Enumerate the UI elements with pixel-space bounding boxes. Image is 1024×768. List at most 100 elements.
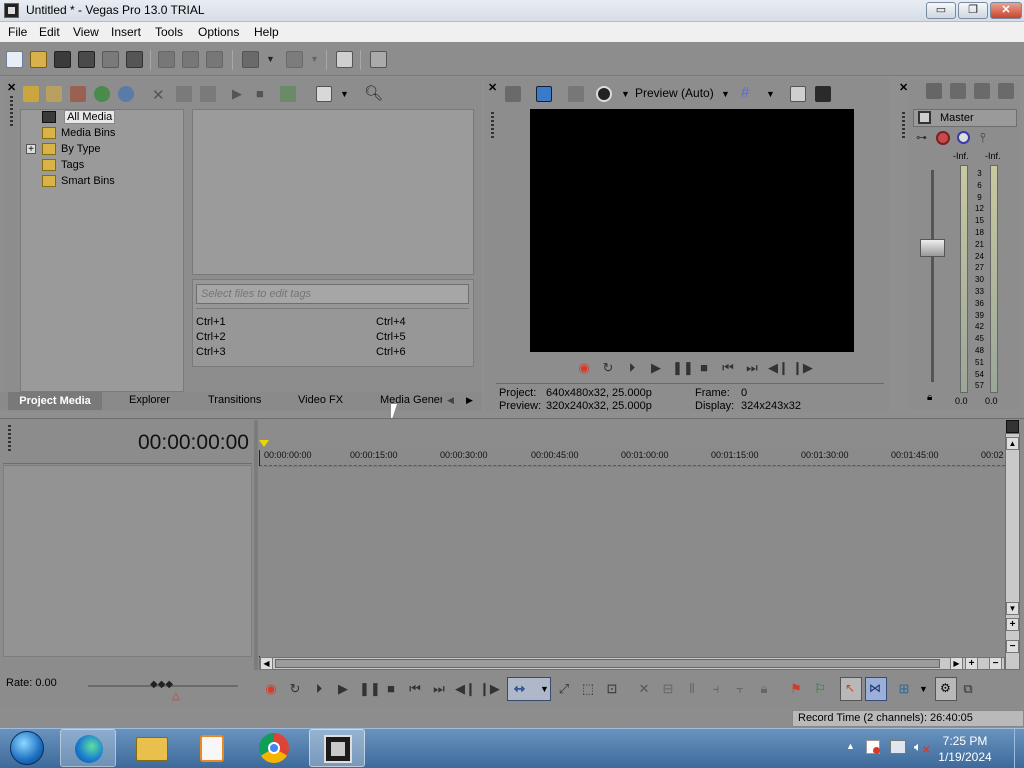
media-list-area[interactable] [192, 109, 474, 275]
zoom-edit-tool-icon[interactable]: ⊡ [604, 681, 620, 697]
envelope-tool-icon[interactable]: ⤢ [556, 681, 572, 697]
next-frame-icon[interactable]: ❙▶ [792, 360, 813, 376]
selection-tool-icon[interactable]: ⬚ [580, 681, 596, 697]
tree-item-media-bins[interactable]: Media Bins [42, 127, 115, 142]
tree-item-smart-bins[interactable]: Smart Bins [42, 175, 115, 190]
save-snapshot-icon[interactable] [815, 86, 831, 102]
preview-properties-icon[interactable] [505, 86, 521, 102]
delete-icon[interactable]: ✕ [636, 681, 652, 697]
taskbar-edge[interactable] [60, 729, 116, 767]
ripple-dropdown-icon[interactable]: ▼ [919, 684, 928, 694]
vertical-scrollbar[interactable] [1005, 433, 1020, 670]
automation-icon[interactable]: ⊶ [916, 131, 927, 144]
copy-snapshot-icon[interactable] [790, 86, 806, 102]
dim-output-icon[interactable] [974, 83, 990, 99]
overlays-dropdown-icon[interactable]: ▼ [766, 89, 775, 99]
views-icon[interactable] [316, 86, 332, 102]
open-folder-icon[interactable] [30, 51, 47, 68]
go-to-start-icon[interactable]: ⏮ [407, 681, 423, 697]
ripple-edit-icon[interactable]: ⊞ [896, 681, 912, 697]
go-to-start-icon[interactable]: ⏮ [720, 360, 736, 376]
tab-explorer[interactable]: Explorer [129, 394, 170, 406]
auto-preview-icon[interactable] [280, 86, 296, 102]
tab-transitions[interactable]: Transitions [208, 394, 261, 406]
tag-shortcut-1[interactable]: Ctrl+1 [196, 316, 226, 328]
play-from-start-icon[interactable]: ⏵ [311, 681, 327, 697]
external-monitor-icon[interactable] [536, 86, 552, 102]
tree-item-all-media[interactable]: All Media [42, 110, 116, 126]
master-volume-fader[interactable] [920, 239, 945, 257]
render-icon[interactable] [102, 51, 119, 68]
trim-end-icon[interactable]: ⫟ [732, 681, 748, 697]
preview-quality-label[interactable]: Preview (Auto) [635, 86, 714, 100]
minimize-button[interactable]: ▭ [926, 2, 956, 19]
stop-icon[interactable]: ■ [696, 360, 712, 376]
zoom-in-horizontal-icon[interactable]: + [965, 657, 978, 670]
menu-view[interactable]: View [73, 25, 99, 39]
properties-icon[interactable] [126, 51, 143, 68]
menu-file[interactable]: File [8, 25, 27, 39]
play-icon[interactable]: ▶ [335, 681, 351, 697]
panel-close-icon[interactable]: ✕ [7, 81, 16, 94]
stop-icon[interactable]: ■ [383, 681, 399, 697]
taskbar-explorer[interactable] [124, 729, 180, 767]
split-screen-icon[interactable] [568, 86, 584, 102]
video-preview-screen[interactable] [530, 109, 854, 352]
pause-icon[interactable]: ❚❚ [359, 681, 381, 697]
track-header-menu-icon[interactable] [1006, 420, 1019, 433]
redo-icon[interactable] [286, 51, 303, 68]
taskbar-media-player[interactable] [184, 729, 240, 767]
enable-snapping-icon[interactable] [336, 51, 353, 68]
capture-video-icon[interactable] [70, 86, 86, 102]
stop-media-icon[interactable]: ■ [256, 86, 264, 101]
volume-icon[interactable]: 🔈︎ [914, 739, 922, 755]
network-icon[interactable] [890, 740, 906, 754]
track-splitter[interactable] [254, 420, 258, 670]
solo-icon[interactable]: ⫯ [980, 130, 986, 146]
media-fx-icon[interactable] [200, 86, 216, 102]
tab-video-fx[interactable]: Video FX [298, 394, 343, 406]
lock-icon[interactable]: 🔒︎ [756, 681, 772, 697]
mute-icon[interactable] [957, 131, 970, 144]
menu-tools[interactable]: Tools [155, 25, 183, 39]
go-to-end-icon[interactable]: ⏭ [744, 360, 760, 376]
loop-playback-icon[interactable]: ↻ [600, 360, 616, 376]
play-icon[interactable]: ▶ [648, 360, 664, 376]
redo-dropdown-icon[interactable]: ▼ [310, 54, 319, 64]
paste-icon[interactable] [206, 51, 223, 68]
taskbar-chrome[interactable] [246, 729, 302, 767]
undo-icon[interactable] [242, 51, 259, 68]
tag-shortcut-5[interactable]: Ctrl+5 [376, 331, 406, 343]
close-button[interactable]: ✕ [990, 2, 1022, 19]
tag-shortcut-6[interactable]: Ctrl+6 [376, 346, 406, 358]
overlays-icon[interactable]: # [741, 84, 749, 101]
record-icon[interactable]: ◉ [576, 360, 592, 376]
lock-fader-icon[interactable]: 🔒︎ [927, 392, 932, 403]
start-button[interactable] [2, 729, 52, 767]
get-media-web-icon[interactable] [94, 86, 110, 102]
master-fx-icon[interactable] [936, 131, 950, 145]
whats-this-help-icon[interactable] [370, 51, 387, 68]
timeline-grip[interactable] [8, 425, 11, 451]
pause-icon[interactable]: ❚❚ [672, 360, 694, 376]
menu-edit[interactable]: Edit [39, 25, 60, 39]
insert-marker-icon[interactable]: ⚑ [788, 681, 804, 697]
copy-icon[interactable] [182, 51, 199, 68]
menu-options[interactable]: Options [198, 25, 239, 39]
quality-dropdown-icon[interactable]: ▼ [621, 89, 630, 99]
save-icon[interactable] [54, 51, 71, 68]
menu-insert[interactable]: Insert [111, 25, 141, 39]
tab-scroll-left-icon[interactable]: ◀ [447, 395, 454, 406]
taskbar-vegas[interactable] [309, 729, 365, 767]
cut-icon[interactable] [158, 51, 175, 68]
split-icon[interactable]: ⫴ [684, 681, 700, 697]
scroll-right-icon[interactable]: ▶ [950, 657, 963, 670]
preview-quality-dropdown-icon[interactable]: ▼ [721, 89, 730, 99]
track-list[interactable] [3, 465, 252, 657]
trim-icon[interactable]: ⊟ [660, 681, 676, 697]
media-properties-icon[interactable] [176, 86, 192, 102]
panel-grip[interactable] [902, 112, 905, 140]
insert-region-icon[interactable]: ⚐ [812, 681, 828, 697]
previous-frame-icon[interactable]: ◀❙ [455, 681, 476, 697]
rate-slider-thumb[interactable]: ◆◆◆ [150, 679, 173, 690]
